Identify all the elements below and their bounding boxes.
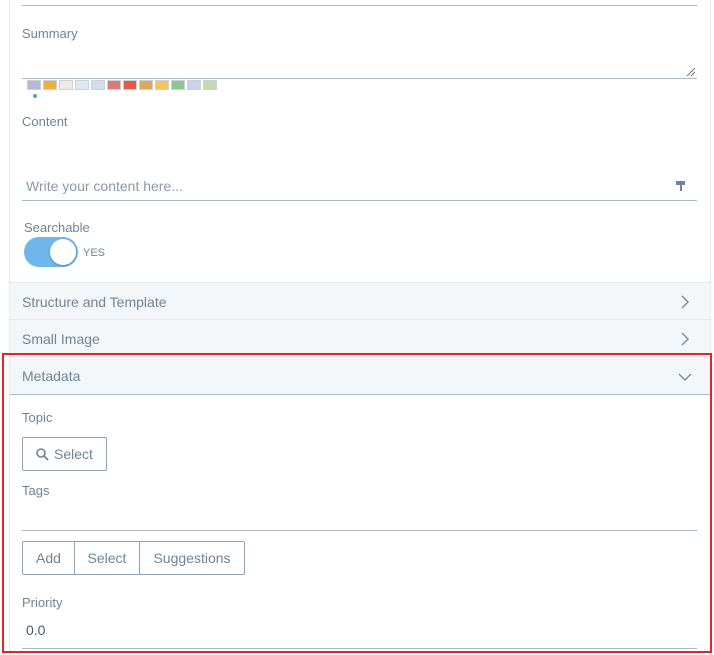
topic-label: Topic [22,410,53,425]
selected-language-indicator [33,94,37,98]
summary-label: Summary [22,26,78,41]
priority-label: Priority [22,595,63,610]
flag-de-de-icon[interactable] [139,80,153,90]
search-icon [36,447,49,461]
content-placeholder: Write your content here... [26,178,183,194]
title-field-underline[interactable] [22,5,697,6]
metadata-highlight-box [2,353,712,653]
flag-nl-nl-icon[interactable] [107,80,121,90]
flag-fi-fi-icon[interactable] [91,80,105,90]
flag-ja-jp-icon[interactable] [59,80,73,90]
flag-zh-cn-icon[interactable] [123,80,137,90]
flag-es-es-icon[interactable] [43,80,57,90]
flag-hu-hu-icon[interactable] [203,80,217,90]
topic-select-button[interactable]: Select [22,437,107,471]
panel-small-image[interactable]: Small Image [10,319,710,357]
flag-pt-br-icon[interactable] [171,80,185,90]
content-editor[interactable]: Write your content here... [22,172,697,201]
topic-select-label: Select [54,446,93,462]
flag-en-us-icon[interactable] [27,80,41,90]
panel-structure-template[interactable]: Structure and Template [10,282,710,320]
paint-roller-icon[interactable] [675,180,687,192]
chevron-down-icon [678,373,692,382]
panel-title: Small Image [22,331,100,347]
suggestions-button[interactable]: Suggestions [139,542,244,574]
panel-metadata[interactable]: Metadata [10,356,710,395]
priority-input[interactable]: 0.0 [26,622,45,638]
resize-grip-icon[interactable] [687,68,695,76]
tags-label: Tags [22,483,50,498]
chevron-right-icon [681,295,690,309]
priority-underline [22,648,697,649]
panel-title: Metadata [22,368,81,384]
add-tag-button[interactable]: Add [23,542,74,574]
flag-fr-fr-icon[interactable] [187,80,201,90]
tags-input[interactable] [22,530,697,531]
content-label: Content [22,114,68,129]
chevron-right-icon [681,332,690,346]
tags-button-group: Add Select Suggestions [22,541,245,575]
searchable-toggle[interactable] [24,237,78,267]
searchable-label: Searchable [24,220,90,235]
right-border [710,0,711,655]
flag-he-il-icon[interactable] [75,80,89,90]
language-flags [27,80,217,92]
web-content-form: Summary Content Write your content here.… [0,0,714,655]
summary-textarea[interactable] [22,52,697,79]
select-tag-button[interactable]: Select [74,542,139,574]
searchable-toggle-text: YES [83,247,106,259]
flag-ca-es-icon[interactable] [155,80,169,90]
toggle-knob [50,239,76,265]
panel-title: Structure and Template [22,294,167,310]
